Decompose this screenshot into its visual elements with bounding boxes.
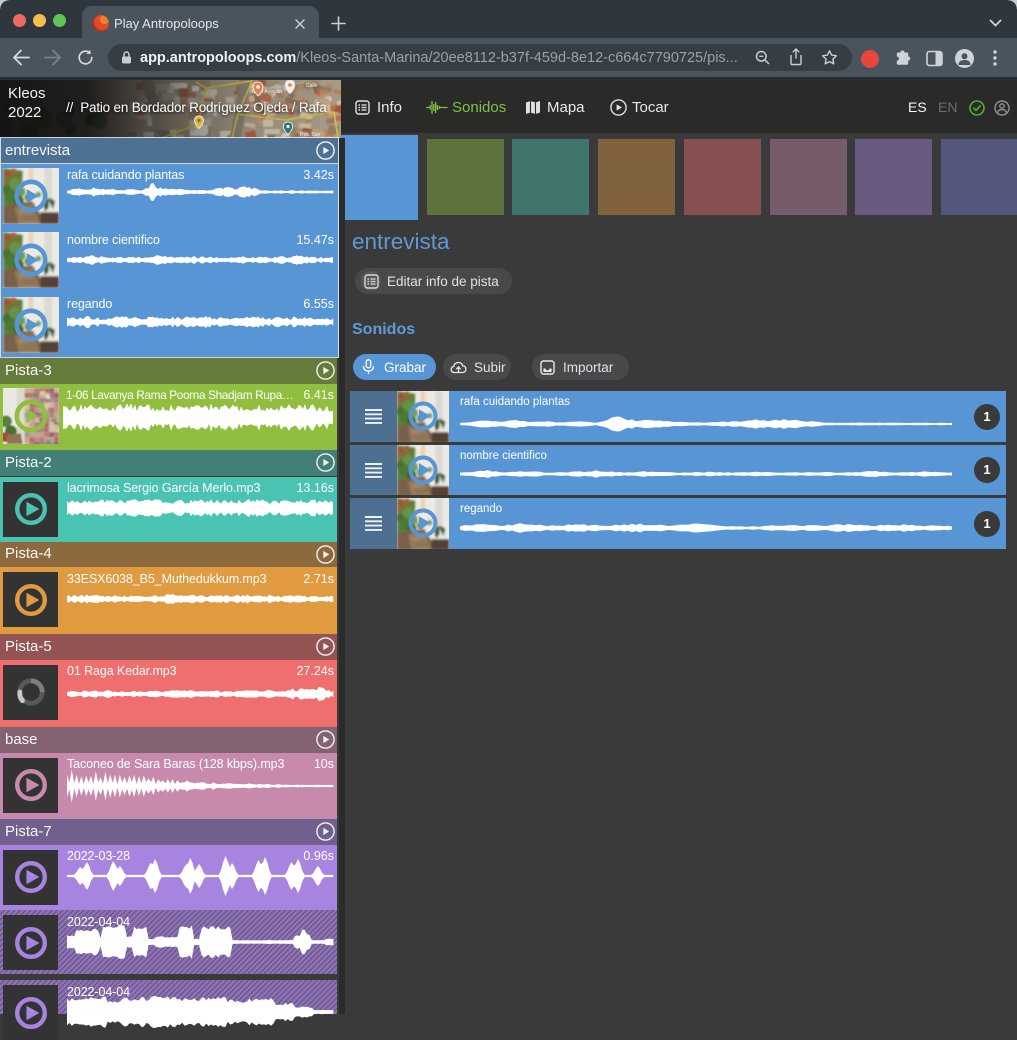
svg-text:Calle: Calle [306, 83, 318, 89]
